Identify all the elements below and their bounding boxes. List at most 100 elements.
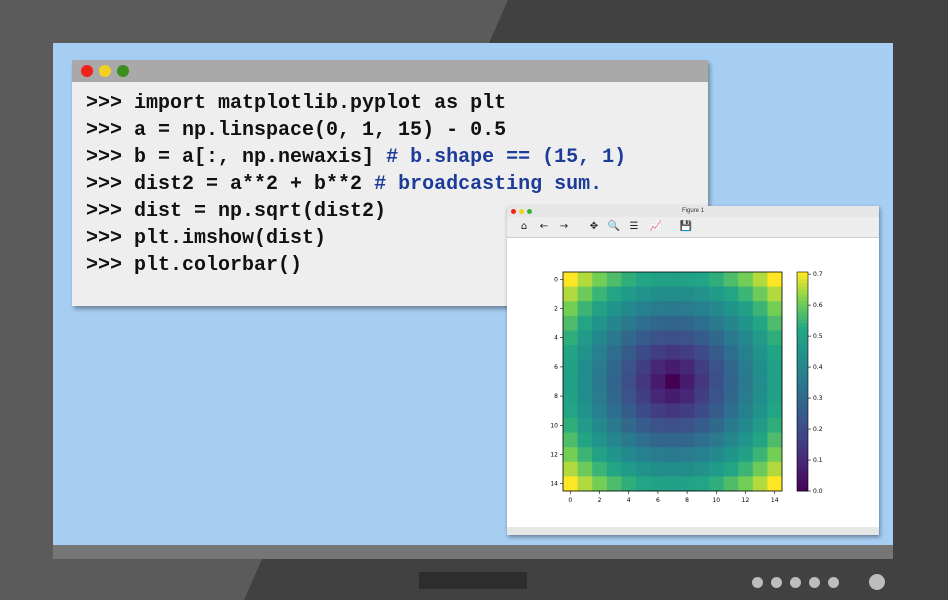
zoom-icon[interactable]: 🔍 xyxy=(607,220,621,234)
colorbar-segment xyxy=(797,421,808,426)
colorbar-tick-label: 0.0 xyxy=(813,488,823,495)
figure-minimize-button[interactable] xyxy=(519,209,524,214)
figure-titlebar: Figure 1 xyxy=(507,206,879,217)
heatmap-cell xyxy=(606,315,622,331)
heatmap-cell xyxy=(592,418,608,433)
heatmap-cell xyxy=(621,476,637,492)
figure-title: Figure 1 xyxy=(681,208,704,214)
colorbar-tick-label: 0.4 xyxy=(813,364,823,371)
forward-icon[interactable]: → xyxy=(557,220,571,234)
heatmap-cell xyxy=(723,403,739,419)
heatmap-cell xyxy=(563,447,578,463)
heatmap-cell xyxy=(752,345,768,360)
heatmap-cell xyxy=(621,272,637,287)
colorbar-segment xyxy=(797,337,808,342)
pagination-dot[interactable] xyxy=(752,576,763,588)
heatmap-cell xyxy=(592,388,608,404)
heatmap-cell xyxy=(738,388,754,404)
heatmap-cell xyxy=(636,403,651,419)
heatmap-cell xyxy=(665,432,681,448)
heatmap-cell xyxy=(650,359,666,375)
figure-close-button[interactable] xyxy=(511,209,516,214)
heatmap-cell xyxy=(694,403,710,419)
pagination-dot[interactable] xyxy=(828,576,839,588)
x-tick-label: 4 xyxy=(627,497,631,504)
save-icon[interactable]: 💾 xyxy=(679,220,693,234)
colorbar-segment xyxy=(797,476,808,481)
heatmap-cell xyxy=(752,330,768,346)
home-icon[interactable]: ⌂ xyxy=(517,220,531,234)
heatmap-cell xyxy=(767,345,783,360)
maximize-button[interactable] xyxy=(117,65,129,77)
heatmap-cell xyxy=(738,461,754,477)
heatmap-cell xyxy=(738,359,754,375)
heatmap-cell xyxy=(709,359,724,375)
colorbar-segment xyxy=(797,301,808,306)
heatmap-plot: 0 2 4 6 8 10 12 14 0 2 4 6 8 10 12 14 0.0 0.1 0.2 0.3 0.4 0.5… xyxy=(550,271,823,504)
figure-statusbar xyxy=(507,527,879,535)
heatmap-cell xyxy=(650,301,666,317)
colorbar-segment xyxy=(797,432,808,437)
heatmap-cell xyxy=(621,301,637,317)
heatmap-cell xyxy=(563,359,578,375)
heatmap-cell xyxy=(636,330,651,346)
heatmap-cell xyxy=(738,301,754,317)
heatmap-cell xyxy=(694,315,710,331)
x-tick-label: 6 xyxy=(656,497,660,504)
heatmap-cell xyxy=(709,330,724,346)
heatmap-cell xyxy=(665,301,681,317)
configure-icon[interactable]: ☰ xyxy=(627,220,641,234)
colorbar-segment xyxy=(797,359,808,364)
edit-axis-icon[interactable]: 📈 xyxy=(649,220,663,234)
figure-maximize-button[interactable] xyxy=(527,209,532,214)
heatmap-cell xyxy=(636,388,651,404)
heatmap-cell xyxy=(621,461,637,477)
heatmap-cell xyxy=(767,432,783,448)
x-tick-label: 14 xyxy=(771,497,779,504)
colorbar-tick-label: 0.1 xyxy=(813,457,823,464)
heatmap-cell xyxy=(752,476,768,492)
figure-window: Figure 1 ⌂ ← → ✥ 🔍 ☰ 📈 💾 0 2 4 6 8 10 12 14 0 2 4 6 8 10 12 14… xyxy=(507,206,879,535)
heatmap-cell xyxy=(636,447,651,463)
heatmap-cell xyxy=(767,301,783,317)
heatmap-cell xyxy=(679,432,695,448)
heatmap-cell xyxy=(563,272,578,287)
y-tick-label: 10 xyxy=(550,422,558,429)
colorbar-segment xyxy=(797,326,808,331)
pan-icon[interactable]: ✥ xyxy=(587,220,601,234)
back-icon[interactable]: ← xyxy=(537,220,551,234)
colorbar-segment xyxy=(797,439,808,445)
colorbar-segment xyxy=(797,381,808,386)
heatmap-cell xyxy=(577,359,593,375)
colorbar-segment xyxy=(797,392,808,397)
heatmap-cell xyxy=(592,374,608,390)
minimize-button[interactable] xyxy=(99,65,111,77)
y-tick-label: 14 xyxy=(550,481,558,488)
heatmap-cell xyxy=(592,315,608,331)
colorbar-segment xyxy=(797,297,808,302)
heatmap-cell xyxy=(767,315,783,331)
colorbar-segment xyxy=(797,454,808,459)
pagination-dot[interactable] xyxy=(809,576,820,588)
heatmap-cell xyxy=(621,388,637,404)
heatmap-cell xyxy=(665,388,681,404)
heatmap-cell xyxy=(563,418,578,433)
pagination-dot[interactable] xyxy=(790,576,801,588)
heatmap-cell xyxy=(665,374,681,390)
heatmap-cell xyxy=(709,301,724,317)
heatmap-cell xyxy=(665,418,681,433)
heatmap-cell xyxy=(650,432,666,448)
heatmap-cell xyxy=(563,476,578,492)
heatmap-cell xyxy=(665,359,681,375)
heatmap-cell xyxy=(592,461,608,477)
heatmap-cell xyxy=(636,374,651,390)
pagination-dot-active[interactable] xyxy=(869,574,885,590)
heatmap-cell xyxy=(738,374,754,390)
close-button[interactable] xyxy=(81,65,93,77)
colorbar-segment xyxy=(797,272,808,277)
heatmap-cell xyxy=(709,272,724,287)
heatmap-cell xyxy=(650,461,666,477)
heatmap-cell xyxy=(592,476,608,492)
heatmap-cell xyxy=(752,272,768,287)
pagination-dot[interactable] xyxy=(771,576,782,588)
